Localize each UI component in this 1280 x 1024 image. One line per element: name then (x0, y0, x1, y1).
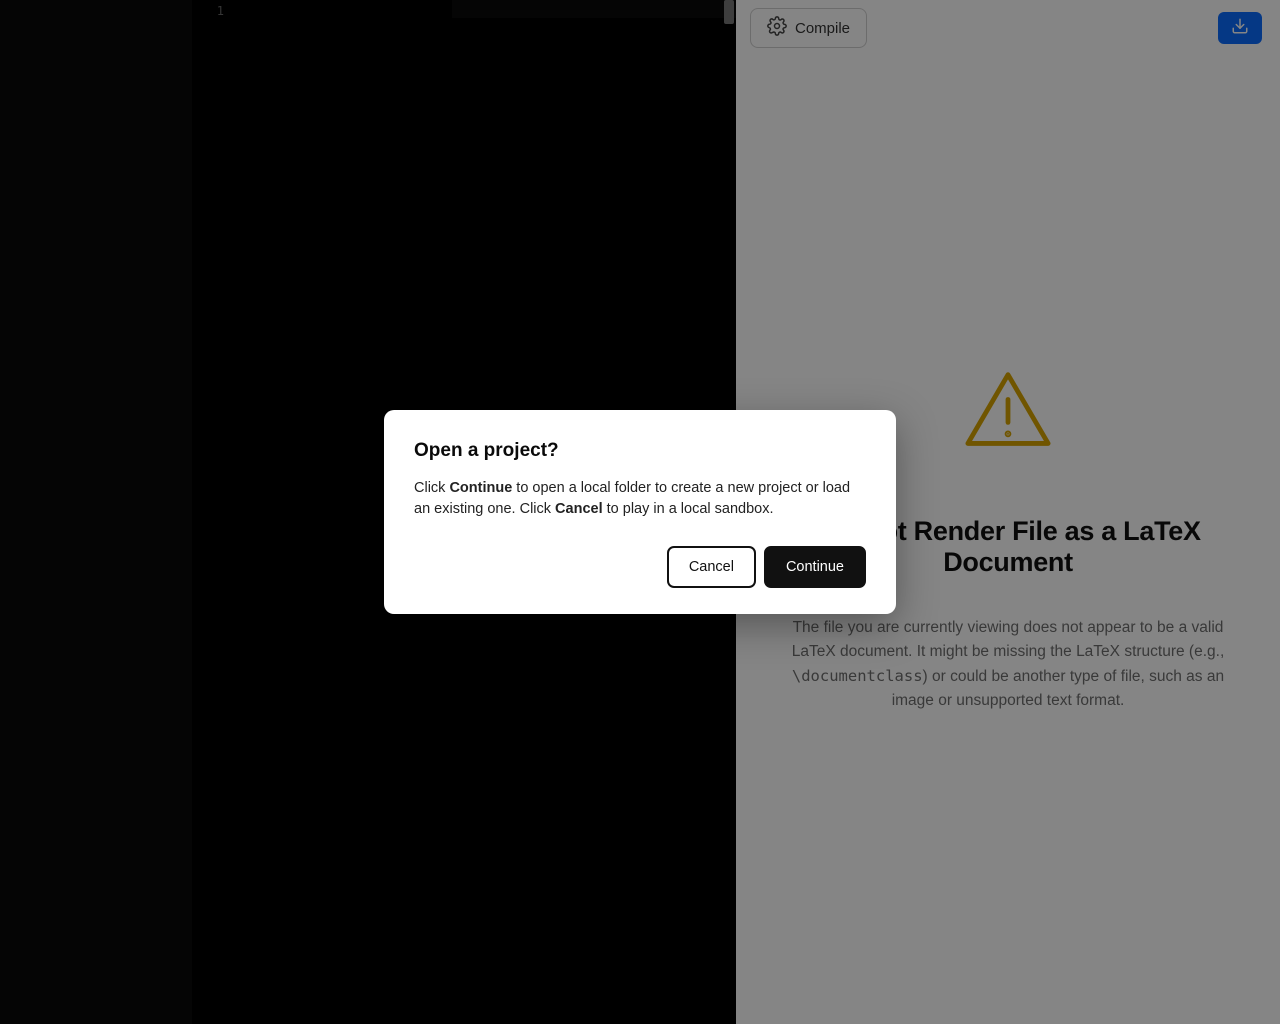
modal-body: Click Continue to open a local folder to… (414, 478, 866, 520)
cancel-button[interactable]: Cancel (667, 546, 756, 588)
modal-overlay[interactable]: Open a project? Click Continue to open a… (0, 0, 1280, 1024)
modal-title: Open a project? (414, 440, 866, 462)
modal-body-text-1: Click (414, 480, 449, 496)
continue-button[interactable]: Continue (764, 546, 866, 588)
modal-body-bold-continue: Continue (449, 480, 512, 496)
modal-body-text-3: to play in a local sandbox. (603, 501, 774, 517)
open-project-modal: Open a project? Click Continue to open a… (384, 410, 896, 614)
modal-actions: Cancel Continue (414, 546, 866, 588)
modal-body-bold-cancel: Cancel (555, 501, 603, 517)
app-root: 1 Compile (0, 0, 1280, 1024)
